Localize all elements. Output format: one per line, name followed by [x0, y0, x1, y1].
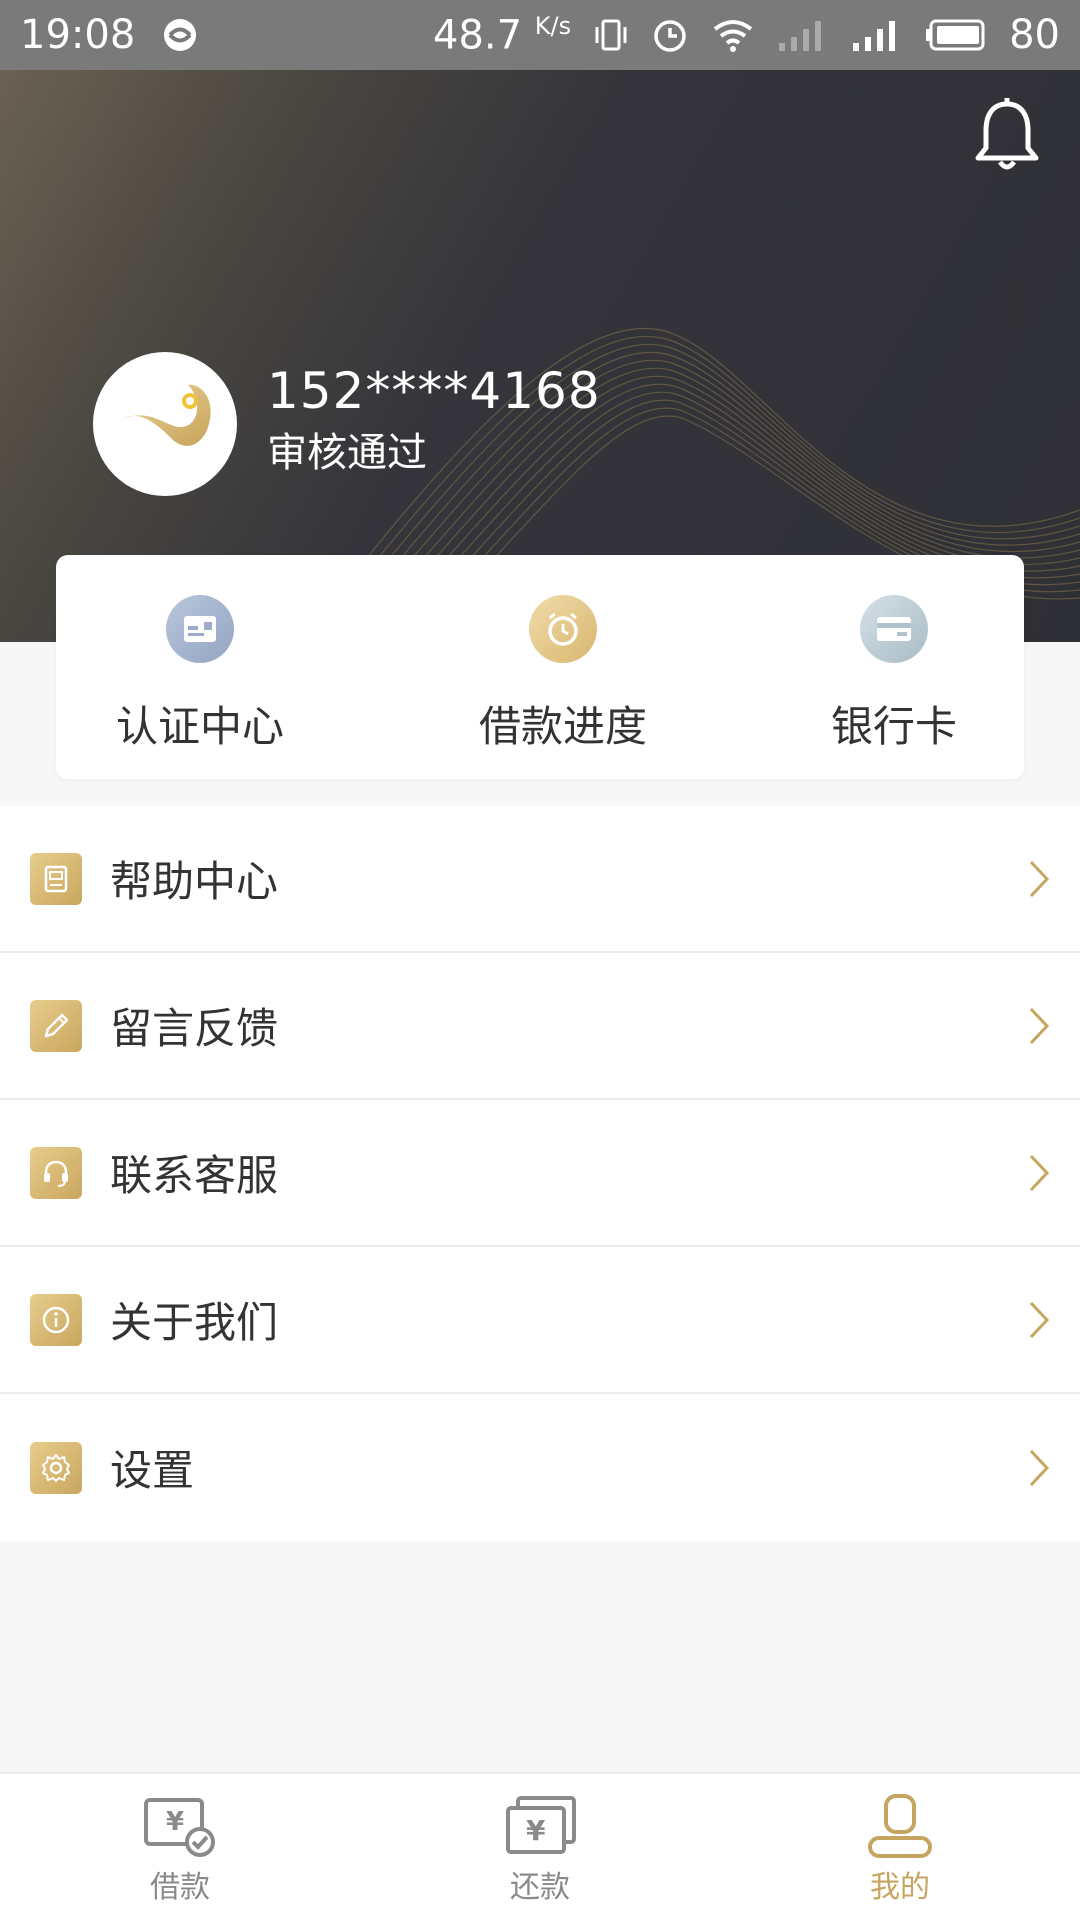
- bank-card-icon: [860, 595, 928, 663]
- chevron-right-icon: [1029, 1007, 1050, 1044]
- book-icon: [30, 852, 82, 905]
- quick-auth-center[interactable]: 认证中心: [115, 555, 285, 779]
- menu-help-center[interactable]: 帮助中心: [0, 806, 1080, 953]
- vibrate-icon: [593, 17, 629, 53]
- verification-status: 审核通过: [267, 430, 427, 476]
- info-icon: [30, 1293, 82, 1346]
- bottom-navigation: ¥ 借款 ¥ 还款 我的: [0, 1772, 1080, 1920]
- menu-about-us[interactable]: 关于我们: [0, 1247, 1080, 1394]
- chevron-right-icon: [1029, 1449, 1050, 1486]
- battery-level: 80: [1009, 11, 1060, 58]
- notification-bell-icon[interactable]: [972, 96, 1042, 176]
- quick-bank-card[interactable]: 银行卡: [824, 555, 964, 779]
- chevron-right-icon: [1029, 1154, 1050, 1191]
- user-icon: [868, 1794, 932, 1858]
- alarm-clock-icon: [529, 595, 597, 663]
- menu-feedback[interactable]: 留言反馈: [0, 953, 1080, 1100]
- tab-mine[interactable]: 我的: [720, 1774, 1080, 1920]
- status-time: 19:08: [20, 12, 136, 58]
- quick-loan-progress[interactable]: 借款进度: [473, 555, 653, 779]
- id-card-icon: [166, 595, 234, 663]
- signal-weak-icon: [777, 17, 829, 53]
- chevron-right-icon: [1029, 860, 1050, 897]
- settings-menu: 帮助中心 留言反馈 联系客服 关于我们 设置: [0, 806, 1080, 1541]
- menu-settings[interactable]: 设置: [0, 1394, 1080, 1541]
- sync-icon: [161, 16, 199, 54]
- wifi-icon: [711, 17, 755, 53]
- brand-logo-icon: [122, 384, 211, 446]
- tab-repay[interactable]: ¥ 还款: [360, 1774, 720, 1920]
- pencil-icon: [30, 999, 82, 1052]
- loan-icon: ¥: [144, 1798, 215, 1857]
- svg-text:¥: ¥: [526, 1814, 546, 1847]
- tab-loan[interactable]: ¥ 借款: [0, 1774, 360, 1920]
- signal-strong-icon: [851, 17, 903, 53]
- menu-customer-service[interactable]: 联系客服: [0, 1100, 1080, 1247]
- gear-icon: [30, 1441, 82, 1494]
- chevron-right-icon: [1029, 1301, 1050, 1338]
- status-bar: 19:08 48.7 K/s 80: [0, 0, 1080, 70]
- alarm-icon: [651, 16, 689, 54]
- quick-actions-card: 认证中心 借款进度 银行卡: [56, 555, 1024, 779]
- battery-icon: [925, 18, 987, 52]
- net-speed: 48.7 K/s: [432, 11, 572, 59]
- svg-text:¥: ¥: [166, 1807, 184, 1837]
- headset-icon: [30, 1146, 82, 1199]
- user-phone: 152****4168: [267, 362, 601, 420]
- repay-icon: ¥: [506, 1796, 576, 1854]
- avatar[interactable]: [93, 352, 237, 496]
